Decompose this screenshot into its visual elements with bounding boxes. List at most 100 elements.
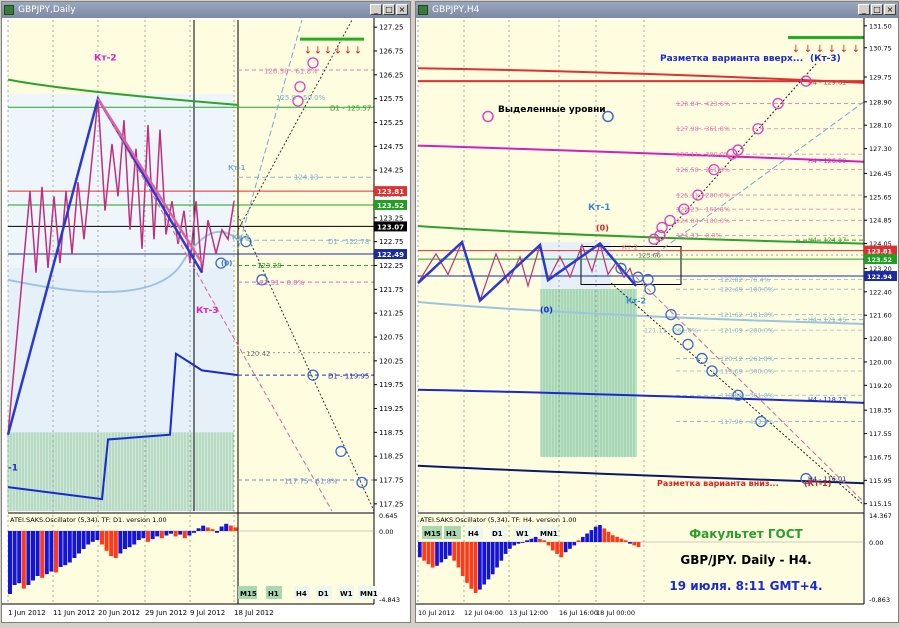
oscillator-bar	[486, 542, 491, 580]
oscillator-bar	[628, 542, 632, 544]
oscillator-bar	[520, 542, 525, 543]
chart-window-daily[interactable]: GBPJPY,Daily _ □ × ↓ ↓ ↓ ↓ ↓ ↓ 126.38 - 61.8% 1…	[1, 1, 411, 623]
oscillator-bar	[632, 542, 637, 546]
chart-annotation: (0)	[540, 305, 553, 314]
oscillator-bar	[8, 531, 12, 594]
tf-button-w1[interactable]: W1	[338, 586, 354, 599]
oscillator-bar	[469, 542, 474, 589]
oscillator-bar	[54, 531, 58, 573]
y-tick-label: 130.75	[869, 44, 892, 52]
minimize-button[interactable]: _	[370, 4, 382, 15]
x-tick-label: 11 Jun 2012	[53, 609, 95, 617]
indicator-label: ATEI.SAKS.Oscillator (5,34). TF: H4. ver…	[420, 516, 577, 524]
oscillator-bar	[63, 531, 68, 566]
oscillator-bar	[576, 540, 581, 542]
svg-text:MN1: MN1	[360, 590, 378, 598]
y-tick-label: 121.75	[379, 286, 404, 294]
chart-annotation: (Кт-1)	[804, 479, 831, 488]
oscillator-bar	[178, 531, 183, 535]
y-tick-label: 119.25	[379, 405, 404, 413]
chart-window-h4[interactable]: GBPJPY,H4 _ □ × ↓ ↓ ↓ ↓ ↓ ↓ H4 - 129.61 128.84 …	[415, 1, 899, 623]
maximize-button[interactable]: □	[383, 4, 395, 15]
minimize-button[interactable]: _	[858, 4, 870, 15]
svg-text:H4: H4	[296, 590, 307, 598]
close-button[interactable]: ×	[396, 4, 408, 15]
oscillator-bar	[546, 542, 551, 546]
oscillator-bar	[12, 531, 17, 585]
y-tick-label: 118.35	[869, 407, 892, 415]
oscillator-bar	[150, 531, 155, 540]
tf-button-h4[interactable]: H4	[466, 526, 483, 539]
svg-text:W1: W1	[516, 530, 529, 538]
level-label: 121.62 - 161.8%	[720, 311, 774, 319]
oscillator-bar	[182, 531, 187, 539]
y-tick-label: 122.40	[869, 288, 892, 296]
oscillator-bar	[136, 531, 141, 540]
tf-button-mn1[interactable]: MN1	[538, 526, 558, 539]
chart-annotation: Разметка варианта вверх...	[660, 54, 803, 64]
h4-chart-canvas[interactable]: ↓ ↓ ↓ ↓ ↓ ↓H4 - 129.61128.84 - 423.6%127.98 -…	[416, 18, 898, 622]
oscillator-bar	[465, 542, 469, 583]
down-arrow-icon: ↓	[840, 44, 848, 55]
chart-annotation: Разметка варианта вниз...	[657, 479, 779, 488]
oscillator-bar	[619, 538, 624, 542]
y-tick-label: 121.25	[379, 310, 404, 318]
level-label: 128.84 - 423.6%	[676, 100, 730, 108]
oscillator-scale: -4.843	[379, 596, 400, 604]
chart-annotation: Кт-3	[196, 306, 219, 316]
chart-annotation: (0)	[221, 260, 232, 268]
y-tick-label: 120.00	[869, 358, 892, 366]
level-label: 124.33 - 0.0%	[676, 232, 722, 240]
tf-button-m15[interactable]: M15	[422, 526, 442, 539]
range-zone-light	[541, 242, 611, 289]
tf-button-h1[interactable]: H1	[266, 586, 282, 599]
tf-button-d1[interactable]: D1	[316, 586, 332, 599]
maximize-button[interactable]: □	[871, 4, 883, 15]
level-label: 126.58 - 261.8%	[676, 166, 730, 174]
oscillator-bar	[435, 542, 439, 566]
level-label: 117.75 - 61.8%	[284, 477, 338, 485]
level-label: D1 - 125.57	[330, 105, 371, 113]
close-button[interactable]: ×	[884, 4, 896, 15]
daily-chart-canvas[interactable]: ↓ ↓ ↓ ↓ ↓ ↓126.38 - 61.8%125.8 - 50.0%D1 - 12…	[2, 18, 410, 622]
tf-button-h4[interactable]: H4	[294, 586, 310, 599]
tf-button-d1[interactable]: D1	[490, 526, 507, 539]
oscillator-bar	[418, 542, 422, 558]
y-tick-label: 126.75	[379, 47, 404, 55]
price-tag: 122.49	[377, 251, 404, 259]
tf-button-mn1[interactable]: MN1	[358, 586, 378, 599]
oscillator-bar	[77, 531, 81, 554]
tf-button-h1[interactable]: H1	[444, 526, 461, 539]
window-title: GBPJPY,Daily	[18, 5, 76, 15]
level-label: H4 - 121.45	[808, 316, 846, 324]
window-title-bar[interactable]: GBPJPY,Daily _ □ ×	[2, 2, 410, 18]
x-tick-label: 10 Jul 2012	[418, 609, 455, 617]
oscillator-bar	[187, 531, 192, 536]
svg-text:M15: M15	[424, 530, 441, 538]
oscillator-bar	[58, 531, 63, 567]
tf-button-w1[interactable]: W1	[514, 526, 531, 539]
level-label: D1 - 119.95	[328, 372, 369, 380]
oscillator-bar	[550, 542, 555, 551]
oscillator-bar	[159, 531, 164, 539]
level-label: D1 - 122.78	[328, 238, 369, 246]
y-tick-label: 125.75	[379, 95, 404, 103]
oscillator-bar	[164, 531, 169, 536]
oscillator-bar	[49, 531, 54, 572]
svg-text:H1: H1	[268, 590, 279, 598]
x-tick-label: 20 Jun 2012	[98, 609, 140, 617]
tf-button-m15[interactable]: M15	[238, 586, 257, 599]
oscillator-bar	[141, 531, 146, 539]
oscillator-bar	[542, 540, 547, 542]
level-label: 124.84 - 100.0%	[676, 217, 730, 225]
chart-annotation: Кт-1	[228, 164, 246, 172]
y-tick-label: 128.10	[869, 122, 892, 130]
oscillator-scale: 14.367	[869, 512, 892, 520]
y-tick-label: 128.90	[869, 98, 892, 106]
window-title-bar[interactable]: GBPJPY,H4 _ □ ×	[416, 2, 898, 18]
price-tag: 123.52	[867, 256, 892, 264]
oscillator-bar	[201, 525, 206, 531]
chart-annotation: (Кт-3)	[810, 54, 841, 64]
y-tick-label: 118.75	[379, 429, 404, 437]
oscillator-bar	[443, 542, 448, 559]
